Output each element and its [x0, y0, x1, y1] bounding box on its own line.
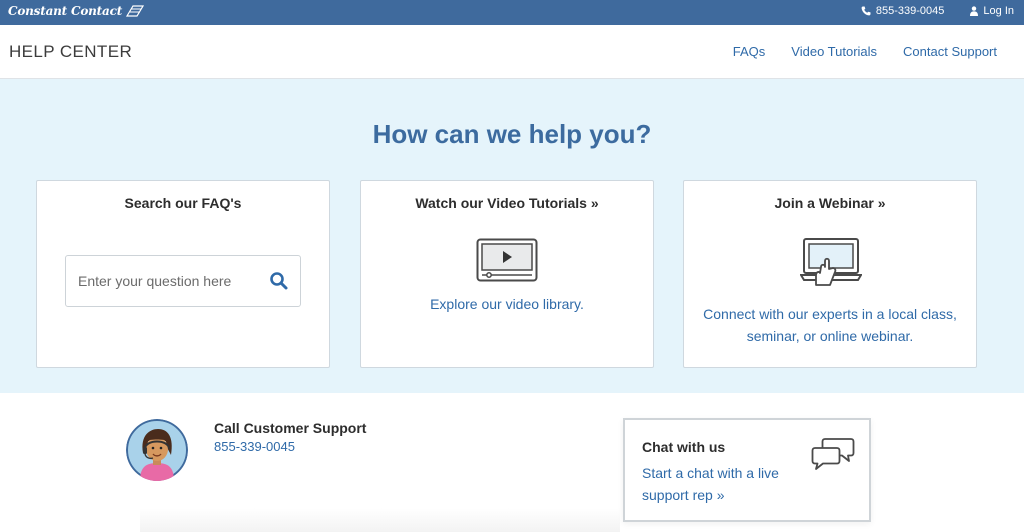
- start-chat-link[interactable]: Start a chat with a live support rep »: [642, 462, 812, 506]
- search-faq-card: Search our FAQ's: [36, 180, 330, 368]
- top-phone-number: 855-339-0045: [875, 5, 945, 17]
- bottom-fade: [140, 508, 620, 532]
- logo-flag-icon: [125, 4, 145, 18]
- explore-video-library-link[interactable]: Explore our video library.: [361, 293, 653, 315]
- start-chat-line-1[interactable]: Start a chat with a live: [642, 462, 812, 484]
- call-support-title: Call Customer Support: [214, 420, 367, 436]
- user-icon: [970, 6, 979, 16]
- webinar-laptop-icon: [799, 237, 863, 292]
- top-bar: Constant Contact 855-339-0045 Log In: [0, 0, 1024, 25]
- support-agent-avatar: [126, 419, 188, 481]
- hero-title: How can we help you?: [372, 119, 652, 149]
- chat-title: Chat with us: [642, 439, 726, 455]
- video-tutorials-card[interactable]: Watch our Video Tutorials » Explore our …: [360, 180, 654, 368]
- search-input[interactable]: [78, 270, 258, 292]
- search-box[interactable]: [65, 255, 301, 307]
- login-label: Log In: [983, 5, 1014, 17]
- search-icon[interactable]: [268, 270, 290, 292]
- webinar-title[interactable]: Join a Webinar »: [684, 195, 976, 211]
- top-phone-link[interactable]: 855-339-0045: [861, 5, 945, 17]
- chat-bubbles-icon: [811, 437, 855, 476]
- chat-with-us-box[interactable]: Chat with us Start a chat with a live su…: [623, 418, 871, 522]
- webinar-link-line-2[interactable]: seminar, or online webinar.: [684, 325, 976, 347]
- webinar-link[interactable]: Connect with our experts in a local clas…: [684, 303, 976, 347]
- webinar-link-line-1[interactable]: Connect with our experts in a local clas…: [684, 303, 976, 325]
- video-player-icon: [476, 238, 538, 287]
- nav-faqs[interactable]: FAQs: [733, 44, 766, 59]
- call-support-phone[interactable]: 855-339-0045: [214, 439, 295, 454]
- start-chat-line-2[interactable]: support rep »: [642, 484, 812, 506]
- hero-section: How can we help you? Search our FAQ's Wa…: [0, 79, 1024, 393]
- help-center-title[interactable]: HELP CENTER: [9, 42, 132, 62]
- nav-contact-support[interactable]: Contact Support: [903, 44, 997, 59]
- constant-contact-logo[interactable]: Constant Contact: [8, 4, 145, 18]
- search-faq-title: Search our FAQ's: [124, 195, 242, 211]
- help-center-header: HELP CENTER FAQs Video Tutorials Contact…: [0, 25, 1024, 79]
- video-tutorials-title[interactable]: Watch our Video Tutorials »: [361, 195, 653, 211]
- phone-icon: [861, 6, 871, 16]
- top-bar-right: 855-339-0045 Log In: [861, 5, 1014, 17]
- login-link[interactable]: Log In: [970, 5, 1014, 17]
- header-nav: FAQs Video Tutorials Contact Support: [733, 44, 997, 59]
- logo-text: Constant Contact: [8, 4, 123, 18]
- webinar-card[interactable]: Join a Webinar » Connect with our expert…: [683, 180, 977, 368]
- nav-video-tutorials[interactable]: Video Tutorials: [791, 44, 877, 59]
